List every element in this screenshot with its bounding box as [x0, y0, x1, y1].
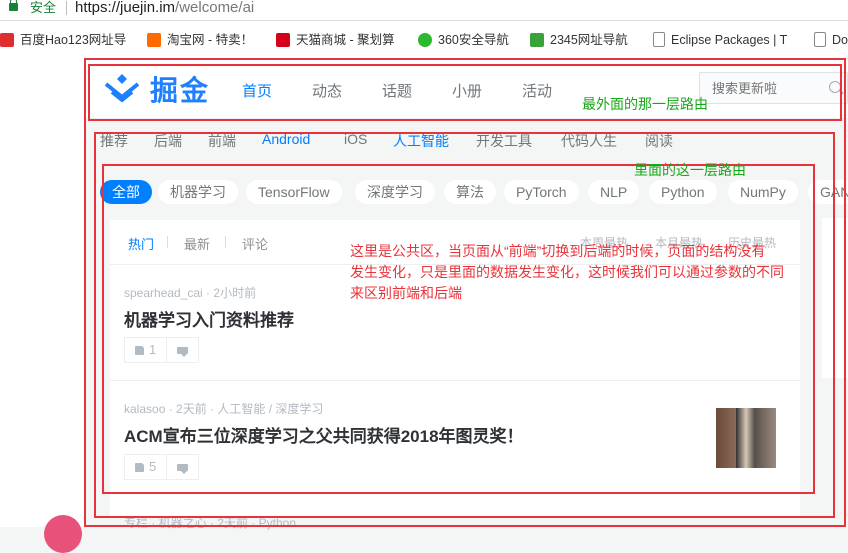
tab-hot[interactable]: 热门	[128, 234, 154, 253]
entry-actions: 1	[124, 337, 200, 363]
entry-divider	[110, 380, 800, 381]
tag-nlp[interactable]: NLP	[588, 180, 640, 204]
site-header: 掘金 首页 动态 话题 小册 活动	[86, 60, 848, 119]
entry-meta: spearhead_cai · 2小时前	[124, 286, 257, 300]
logo-text[interactable]: 掘金	[150, 69, 210, 109]
thumbs-up-icon	[135, 462, 144, 472]
nav-activity[interactable]: 动态	[312, 80, 342, 101]
address-bar[interactable]: 安全 https://juejin.im/welcome/ai	[0, 0, 848, 21]
search-input[interactable]	[710, 80, 824, 97]
bookmark-360[interactable]: 360安全导航	[418, 30, 509, 50]
page-icon	[653, 32, 665, 47]
avatar[interactable]	[44, 515, 82, 553]
bookmark-taobao[interactable]: 淘宝网 - 特卖！	[147, 30, 253, 50]
annotation-line: 来区别前端和后端	[350, 285, 462, 301]
2345-icon	[530, 33, 544, 47]
right-sidebar-edge	[822, 218, 848, 378]
tag-all[interactable]: 全部	[100, 180, 152, 204]
annotation-inner-route: 里面的这一层路由	[634, 162, 746, 178]
like-button[interactable]: 5	[125, 455, 168, 479]
tab-divider	[167, 236, 168, 248]
category-ai[interactable]: 人工智能	[393, 131, 449, 151]
tag-numpy[interactable]: NumPy	[728, 180, 798, 204]
tag-gan[interactable]: GAN	[808, 180, 848, 204]
category-coderlife[interactable]: 代码人生	[561, 131, 617, 151]
bookmark-do[interactable]: Do	[814, 30, 848, 50]
entry-title[interactable]: ACM宣布三位深度学习之父共同获得2018年图灵奖！	[124, 422, 524, 447]
tab-comments[interactable]: 评论	[242, 234, 268, 253]
nav-books[interactable]: 小册	[452, 80, 482, 101]
tag-ml[interactable]: 机器学习	[158, 180, 238, 204]
nav-topics[interactable]: 话题	[382, 80, 412, 101]
tag-python[interactable]: Python	[649, 180, 717, 204]
page-icon	[814, 32, 826, 47]
annotation-line: 这里是公共区，当页面从“前端”切换到后端的时候，页面的结构没有	[350, 243, 766, 259]
entry-title[interactable]: 机器学习入门资料推荐	[124, 306, 294, 331]
bookmark-baidu[interactable]: 百度Hao123网址导	[0, 30, 126, 50]
secure-label: 安全	[30, 0, 57, 15]
search-box	[699, 72, 848, 104]
bookmark-eclipse[interactable]: Eclipse Packages | T	[653, 30, 787, 50]
tab-latest[interactable]: 最新	[184, 234, 210, 253]
left-page-area	[0, 58, 86, 527]
thumbs-up-icon	[135, 345, 144, 355]
like-count: 5	[149, 459, 157, 474]
category-android[interactable]: Android	[262, 131, 310, 147]
juejin-logo-icon[interactable]	[102, 70, 142, 106]
comment-icon	[177, 463, 189, 474]
360-icon	[418, 33, 432, 47]
url-text[interactable]: https://juejin.im/welcome/ai	[75, 0, 254, 18]
baidu-icon	[0, 33, 14, 47]
annotation-note: 这里是公共区，当页面从“前端”切换到后端的时候，页面的结构没有 发生变化，只是里…	[350, 241, 784, 304]
category-devtools[interactable]: 开发工具	[476, 131, 532, 151]
nav-home[interactable]: 首页	[242, 80, 272, 101]
bookmark-2345[interactable]: 2345网址导航	[530, 30, 628, 50]
entry-thumbnail[interactable]	[716, 408, 776, 468]
search-icon[interactable]	[829, 81, 841, 93]
category-nav: 推荐 后端 前端 Android iOS 人工智能 开发工具 代码人生 阅读	[86, 122, 848, 158]
entry-meta: kalasoo · 2天前 · 人工智能 / 深度学习	[124, 402, 324, 416]
lock-icon	[9, 0, 18, 11]
entry-actions: 5	[124, 454, 200, 480]
bookmark-tmall[interactable]: 天猫商城 - 聚划算	[276, 30, 395, 50]
category-ios[interactable]: iOS	[344, 131, 367, 147]
comment-icon	[177, 346, 189, 357]
tab-divider	[225, 236, 226, 248]
comment-button[interactable]	[167, 455, 198, 479]
like-button[interactable]: 1	[125, 338, 168, 362]
tag-algorithm[interactable]: 算法	[444, 180, 496, 204]
entry-meta-peek: 专栏 · 机器之心 · 2天前 · Python	[124, 516, 297, 530]
category-backend[interactable]: 后端	[154, 131, 182, 151]
category-recommend[interactable]: 推荐	[100, 131, 128, 151]
nav-events[interactable]: 活动	[522, 80, 552, 101]
tmall-icon	[276, 33, 290, 47]
tag-tensorflow[interactable]: TensorFlow	[246, 180, 342, 204]
category-reading[interactable]: 阅读	[645, 131, 673, 151]
tag-pytorch[interactable]: PyTorch	[504, 180, 579, 204]
comment-button[interactable]	[167, 338, 198, 362]
url-divider	[66, 1, 67, 15]
taobao-icon	[147, 33, 161, 47]
annotation-outer-route: 最外面的那一层路由	[582, 96, 708, 112]
tag-dl[interactable]: 深度学习	[355, 180, 435, 204]
bookmarks-bar: 百度Hao123网址导 淘宝网 - 特卖！ 天猫商城 - 聚划算 360安全导航…	[0, 21, 848, 59]
category-frontend[interactable]: 前端	[208, 131, 236, 151]
entry-item[interactable]: kalasoo · 2天前 · 人工智能 / 深度学习 ACM宣布三位深度学习之…	[110, 382, 800, 502]
annotation-line: 发生变化，只是里面的数据发生变化，这时候我们可以通过参数的不同	[350, 264, 784, 280]
like-count: 1	[149, 342, 157, 357]
